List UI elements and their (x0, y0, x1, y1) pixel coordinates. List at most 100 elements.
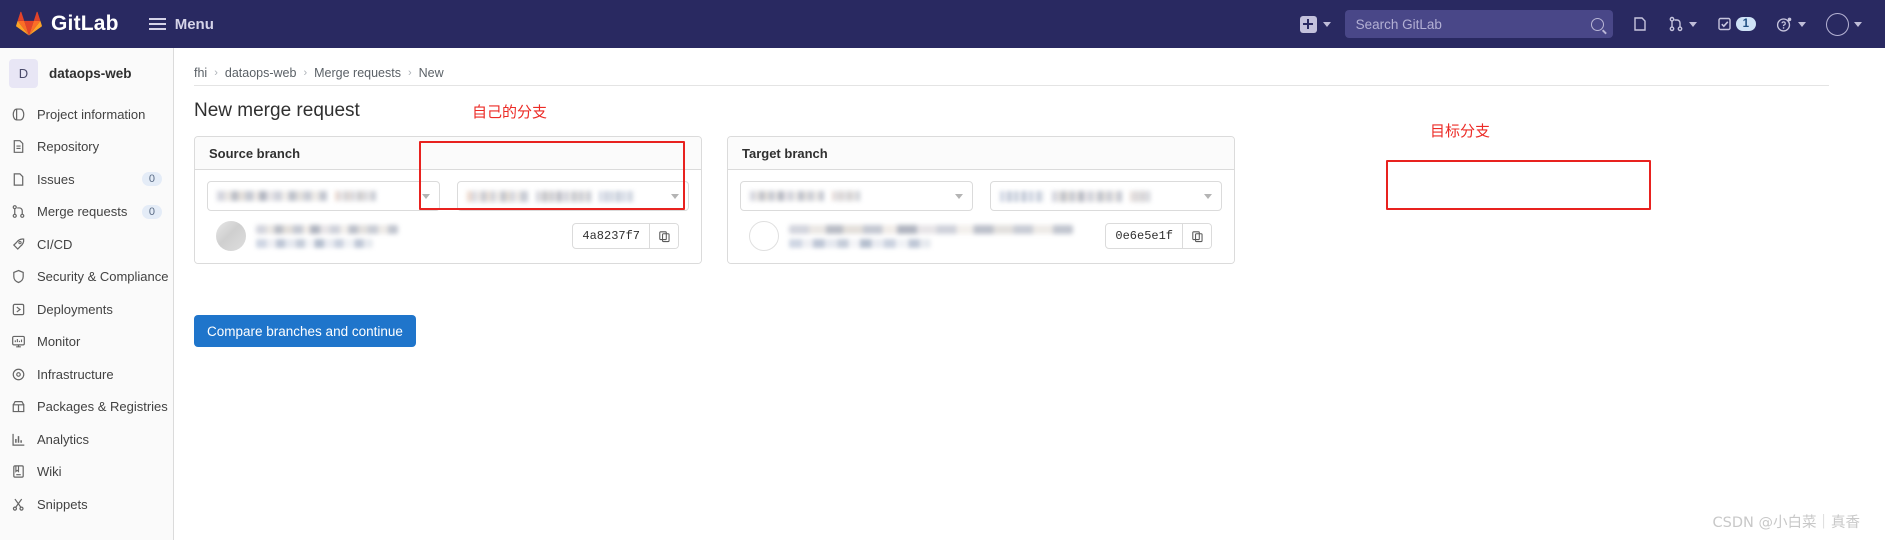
source-commit-sha-group: 4a8237f7 (572, 223, 679, 249)
page-title: New merge request (194, 100, 360, 121)
copy-to-clipboard-icon[interactable] (649, 224, 678, 248)
document-icon (10, 138, 27, 155)
gitlab-tanuki-logo-icon (16, 11, 42, 37)
source-commit-sha: 4a8237f7 (582, 229, 640, 243)
sidebar-item-wiki[interactable]: Wiki (0, 458, 173, 486)
sidebar-item-label: Monitor (37, 334, 81, 349)
source-commit-text (256, 224, 564, 248)
breadcrumb: fhi › dataops-web › Merge requests › New (174, 48, 1885, 84)
sidebar-item-label: Analytics (37, 431, 90, 447)
chevron-down-icon (954, 193, 963, 199)
target-branch-panel-title: Target branch (728, 137, 1234, 170)
source-branch-panel-body: 4a8237f7 (195, 170, 701, 263)
chart-bar-icon (10, 431, 27, 448)
sidebar-item-label: CI/CD (37, 236, 73, 252)
source-branch-panel-title: Source branch (195, 137, 701, 170)
sidebar-item-label: Repository (37, 139, 100, 154)
breadcrumb-item-project[interactable]: dataops-web (225, 66, 297, 80)
sidebar-nav-list: Project information Repository Issues 0 … (0, 100, 173, 518)
sidebar-item-monitor[interactable]: Monitor (0, 328, 173, 356)
top-navbar: GitLab Menu Search GitLab 1 (0, 0, 1885, 48)
create-new-button[interactable] (1292, 0, 1339, 48)
chevron-down-icon (1204, 193, 1212, 199)
sidebar-item-label: Infrastructure (37, 366, 114, 382)
question-circle-icon (1776, 17, 1792, 32)
scissors-icon (10, 496, 27, 513)
breadcrumb-item-group[interactable]: fhi (194, 66, 207, 80)
sidebar-item-packages-registries[interactable]: Packages & Registries (0, 393, 173, 421)
sidebar-item-merge-requests[interactable]: Merge requests 0 (0, 198, 173, 226)
chevron-down-icon (1688, 21, 1697, 27)
sidebar-item-label: Packages & Registries (37, 399, 168, 414)
target-commit-row: 0e6e5e1f (740, 211, 1222, 263)
target-project-value (750, 191, 955, 201)
sidebar-item-label: Wiki (37, 464, 62, 479)
target-branch-panel: Target branch 0e6e5e1f (727, 136, 1235, 264)
todos-nav-button[interactable]: 1 (1708, 0, 1765, 48)
project-avatar: D (9, 59, 38, 88)
todo-checkbox-icon (1717, 17, 1731, 31)
sidebar-project-header[interactable]: D dataops-web (0, 48, 173, 100)
source-branch-value (466, 190, 672, 202)
sidebar-item-analytics[interactable]: Analytics (0, 425, 173, 453)
source-project-select[interactable] (207, 181, 440, 211)
sidebar-item-badge: 0 (141, 172, 162, 186)
sidebar-item-issues[interactable]: Issues 0 (0, 165, 173, 193)
sidebar-item-label: Security & Compliance (37, 269, 169, 284)
help-nav-button[interactable] (1767, 0, 1815, 48)
sidebar-item-deployments[interactable]: Deployments (0, 295, 173, 323)
issues-nav-button[interactable] (1623, 0, 1657, 48)
sidebar-item-badge: 0 (141, 204, 162, 219)
todos-count-badge: 1 (1735, 17, 1756, 31)
sidebar-item-project-information[interactable]: Project information (0, 100, 173, 128)
sidebar-item-label: Project information (37, 106, 146, 122)
watermark: CSDN @小白菜｜真香 (1712, 515, 1860, 531)
chevron-down-icon (421, 193, 430, 199)
source-selects (207, 181, 689, 211)
menu-label: Menu (174, 15, 214, 33)
sidebar-item-label: Deployments (37, 301, 113, 317)
target-commit-sha-group: 0e6e5e1f (1105, 223, 1212, 249)
target-commit-meta (789, 238, 931, 248)
main-menu-button[interactable]: Menu (148, 15, 214, 33)
annotation-label-source-branch: 自己的分支 (472, 103, 548, 121)
chevron-down-icon (1854, 21, 1862, 27)
compare-branches-button[interactable]: Compare branches and continue (194, 315, 416, 347)
main-content: fhi › dataops-web › Merge requests › New… (174, 48, 1885, 540)
source-commit-title (256, 224, 398, 234)
copy-to-clipboard-icon[interactable] (1182, 224, 1211, 248)
target-branch-panel-body: 0e6e5e1f (728, 170, 1234, 263)
source-commit-row: 4a8237f7 (207, 211, 689, 263)
sidebar-item-ci-cd[interactable]: CI/CD (0, 230, 173, 258)
sidebar-item-repository[interactable]: Repository (0, 133, 173, 161)
search-container (1341, 10, 1621, 38)
target-project-select[interactable] (740, 181, 973, 211)
sidebar-item-label: Merge requests (37, 204, 128, 219)
source-branch-select[interactable] (456, 181, 689, 211)
annotation-label-target-branch: 目标分支 (1430, 122, 1491, 140)
search-input[interactable] (1344, 10, 1613, 38)
breadcrumb-item-merge-requests[interactable]: Merge requests (314, 66, 401, 80)
source-project-value (217, 191, 422, 201)
target-branch-value (999, 190, 1205, 202)
user-avatar (216, 221, 246, 251)
sidebar-item-snippets[interactable]: Snippets (0, 490, 173, 518)
target-branch-select[interactable] (989, 181, 1222, 211)
sidebar-item-infrastructure[interactable]: Infrastructure (0, 360, 173, 388)
information-icon (10, 106, 27, 123)
gitlab-brand[interactable]: GitLab (0, 11, 119, 37)
issues-icon (10, 171, 27, 188)
breadcrumb-separator-icon: › (214, 67, 218, 79)
breadcrumb-item-new[interactable]: New (419, 66, 444, 80)
deployments-icon (10, 301, 27, 318)
user-menu-button[interactable] (1817, 0, 1871, 48)
sidebar-item-security-compliance[interactable]: Security & Compliance (0, 263, 173, 291)
cloud-gear-icon (10, 366, 27, 383)
user-avatar (749, 221, 779, 251)
merge-requests-nav-button[interactable] (1659, 0, 1706, 48)
merge-request-icon (10, 203, 27, 220)
brand-name: GitLab (51, 12, 119, 35)
target-selects (740, 181, 1222, 211)
hamburger-menu-icon (148, 18, 166, 30)
annotation-box-target-branch (1386, 160, 1651, 210)
